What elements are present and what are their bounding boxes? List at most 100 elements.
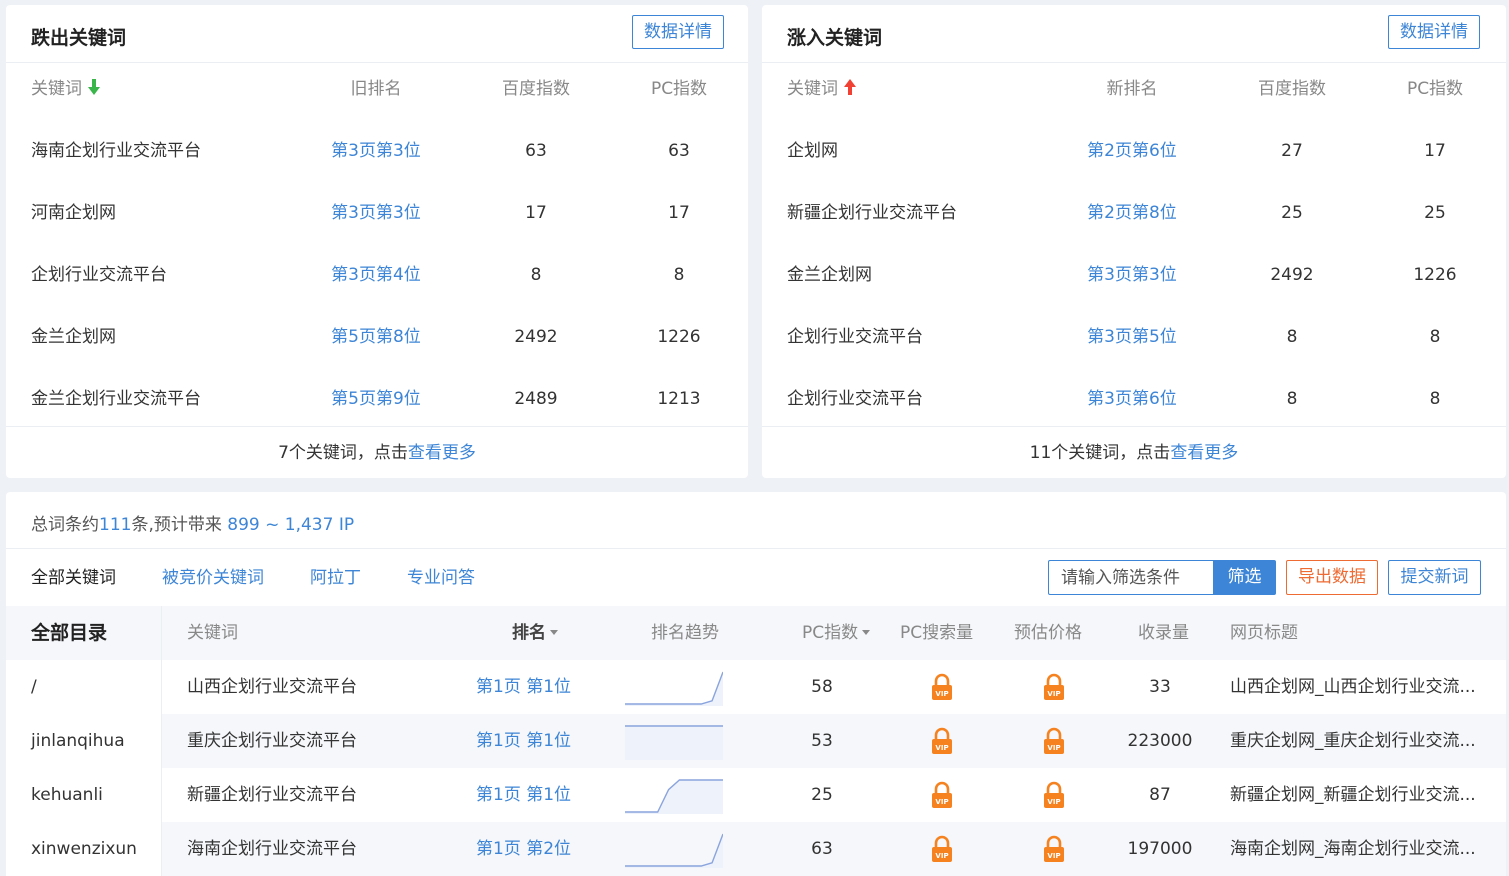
pc-index-cell: 25 — [1424, 203, 1446, 223]
submit-new-keyword-button[interactable]: 提交新词 — [1388, 560, 1481, 595]
baidu-index-cell: 8 — [530, 265, 542, 285]
vip-lock-icon[interactable]: VIP — [931, 835, 953, 863]
rank-trend-sparkline — [625, 779, 723, 814]
rank-trend-sparkline — [625, 671, 723, 706]
vip-lock-icon[interactable]: VIP — [1043, 781, 1065, 809]
rank-link[interactable]: 第1页 第1位 — [476, 768, 571, 822]
rank-link[interactable]: 第1页 第2位 — [476, 822, 571, 876]
vip-label: VIP — [1047, 798, 1060, 806]
sparkline-area — [625, 726, 723, 760]
pc-index-header-label: PC指数 — [802, 623, 859, 643]
table-row: 企划行业交流平台 第3页第5位 8 8 — [762, 306, 1506, 368]
data-detail-button[interactable]: 数据详情 — [1388, 15, 1480, 49]
rank-link[interactable]: 第2页第6位 — [1072, 120, 1192, 182]
rank-link[interactable]: 第5页第8位 — [316, 306, 436, 368]
footer-text: 11个关键词，点击 — [1029, 443, 1171, 463]
panel-header: 跌出关键词 数据详情 — [6, 5, 748, 63]
estimated-price-column-header: 预估价格 — [1014, 623, 1082, 643]
pc-index-cell: 17 — [1424, 141, 1446, 161]
rank-link[interactable]: 第2页第8位 — [1072, 182, 1192, 244]
rank-link[interactable]: 第3页第6位 — [1072, 368, 1192, 430]
table-row: 重庆企划行业交流平台 第1页 第1位 53 VIP VIP 223000 重庆企… — [162, 714, 1506, 768]
rank-header-label: 排名 — [512, 623, 546, 643]
vip-lock-icon[interactable]: VIP — [1043, 835, 1065, 863]
filter-input[interactable] — [1048, 560, 1214, 595]
dropped-keywords-panel: 跌出关键词 数据详情 关键词 旧排名 百度指数 PC指数 海南企划行业交流平台 … — [6, 5, 748, 478]
vip-label: VIP — [935, 744, 948, 752]
baidu-index-cell: 27 — [1281, 141, 1303, 161]
page-title-column-header: 网页标题 — [1230, 623, 1298, 643]
sparkline-line — [625, 833, 723, 867]
rank-link[interactable]: 第5页第9位 — [316, 368, 436, 430]
rank-link[interactable]: 第1页 第1位 — [476, 714, 571, 768]
keyword-tabs: 全部关键词 被竞价关键词 阿拉丁 专业问答 筛选 导出数据 提交新词 — [6, 548, 1506, 606]
gained-keywords-panel: 涨入关键词 数据详情 关键词 新排名 百度指数 PC指数 企划网 第2页第6位 … — [762, 5, 1506, 478]
pc-index-cell: 17 — [668, 203, 690, 223]
baidu-index-cell: 63 — [525, 141, 547, 161]
directory-title: 全部目录 — [6, 606, 161, 660]
vip-lock-icon[interactable]: VIP — [1043, 673, 1065, 701]
pc-index-cell: 8 — [1429, 389, 1441, 409]
pc-index-column-header[interactable]: PC指数 — [802, 606, 871, 660]
rank-link[interactable]: 第3页第3位 — [1072, 244, 1192, 306]
old-rank-header: 旧排名 — [350, 79, 402, 99]
rank-link[interactable]: 第1页 第1位 — [476, 660, 571, 714]
rank-link[interactable]: 第3页第5位 — [1072, 306, 1192, 368]
pc-index-cell: 8 — [1429, 327, 1441, 347]
keyword-header: 关键词 — [31, 79, 82, 99]
panel-header: 涨入关键词 数据详情 — [762, 5, 1506, 63]
summary-count: 111 — [99, 515, 132, 535]
directory-item[interactable]: xinwenzixun — [6, 822, 161, 876]
sort-caret-icon — [862, 629, 871, 635]
rank-link[interactable]: 第3页第4位 — [316, 244, 436, 306]
directory-sidebar: 全部目录 / jinlanqihua kehuanli xinwenzixun — [6, 606, 162, 876]
directory-item[interactable]: jinlanqihua — [6, 714, 161, 768]
table-row: 新疆企划行业交流平台 第2页第8位 25 25 — [762, 182, 1506, 244]
keyword-cell: 企划行业交流平台 — [787, 327, 923, 347]
pc-index-cell: 58 — [811, 677, 833, 697]
tab-aladdin[interactable]: 阿拉丁 — [310, 549, 361, 607]
baidu-index-header: 百度指数 — [502, 79, 570, 99]
directory-item[interactable]: / — [6, 660, 161, 714]
table-row: 山西企划行业交流平台 第1页 第1位 58 VIP VIP 33 山西企划网_山… — [162, 660, 1506, 714]
summary-ip-range: 899 ~ 1,437 IP — [221, 515, 355, 535]
vip-lock-icon[interactable]: VIP — [1043, 727, 1065, 755]
indexed-count-column-header: 收录量 — [1138, 623, 1189, 643]
rank-column-header[interactable]: 排名 — [512, 606, 558, 660]
vip-lock-icon[interactable]: VIP — [931, 781, 953, 809]
keyword-cell: 企划行业交流平台 — [31, 265, 167, 285]
directory-item[interactable]: kehuanli — [6, 768, 161, 822]
vip-label: VIP — [1047, 690, 1060, 698]
pc-index-cell: 63 — [811, 839, 833, 859]
arrow-down-icon — [88, 79, 100, 95]
pc-index-header: PC指数 — [650, 79, 708, 99]
data-detail-button[interactable]: 数据详情 — [632, 15, 724, 49]
tab-all-keywords[interactable]: 全部关键词 — [31, 549, 116, 607]
keyword-cell: 金兰企划行业交流平台 — [31, 389, 201, 409]
rank-link[interactable]: 第3页第3位 — [316, 182, 436, 244]
panel-footer: 11个关键词，点击查看更多 — [762, 426, 1506, 478]
filter-button[interactable]: 筛选 — [1213, 560, 1276, 595]
tab-bid-keywords[interactable]: 被竞价关键词 — [162, 549, 264, 607]
sparkline-area — [625, 672, 723, 706]
page-title-cell: 海南企划网_海南企划行业交流... — [1230, 839, 1476, 859]
rank-link[interactable]: 第3页第3位 — [316, 120, 436, 182]
keyword-cell: 重庆企划行业交流平台 — [187, 731, 357, 751]
baidu-index-header: 百度指数 — [1258, 79, 1326, 99]
indexed-count-cell: 87 — [1149, 785, 1171, 805]
table-row: 企划网 第2页第6位 27 17 — [762, 120, 1506, 182]
view-more-link[interactable]: 查看更多 — [408, 443, 476, 463]
baidu-index-cell: 2492 — [514, 327, 558, 347]
indexed-count-cell: 197000 — [1127, 839, 1193, 859]
tab-qa[interactable]: 专业问答 — [407, 549, 475, 607]
baidu-index-cell: 17 — [525, 203, 547, 223]
keyword-cell: 河南企划网 — [31, 203, 116, 223]
baidu-index-cell: 25 — [1281, 203, 1303, 223]
sparkline-area — [625, 834, 723, 868]
summary-mid: 条,预计带来 — [131, 515, 222, 535]
export-data-button[interactable]: 导出数据 — [1286, 560, 1378, 595]
vip-lock-icon[interactable]: VIP — [931, 727, 953, 755]
vip-lock-icon[interactable]: VIP — [931, 673, 953, 701]
summary-prefix: 总词条约 — [31, 515, 99, 535]
view-more-link[interactable]: 查看更多 — [1170, 443, 1238, 463]
